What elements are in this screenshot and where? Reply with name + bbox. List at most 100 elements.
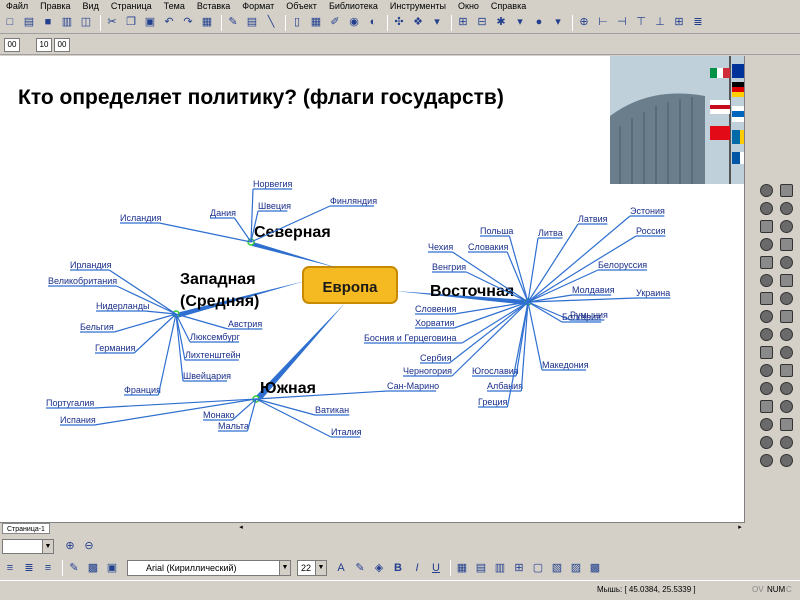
menu-item-edit[interactable]: Правка	[34, 0, 76, 12]
clipart-icon[interactable]	[780, 400, 793, 413]
menu-item-format[interactable]: Формат	[236, 0, 280, 12]
leaf-label-east[interactable]: Словения	[415, 304, 457, 314]
center-node[interactable]: Европа	[302, 266, 398, 304]
palette-icon[interactable]: ❖	[410, 15, 426, 31]
insert-image-icon[interactable]: ▨	[568, 560, 584, 576]
leaf-label-west[interactable]: Швейцария	[183, 371, 231, 381]
page-sorter-icon[interactable]: ▦	[308, 15, 324, 31]
insert-subtopic-icon[interactable]: ▤	[473, 560, 489, 576]
dropdown-arrow-icon[interactable]: ▾	[429, 15, 445, 31]
zoom-in-icon[interactable]: ⊕	[62, 538, 78, 554]
layout-tree-icon[interactable]: ⊢	[595, 15, 611, 31]
italic-icon[interactable]: I	[409, 560, 425, 576]
clipart-icon[interactable]	[760, 418, 773, 431]
branch-label-east[interactable]: Восточная	[430, 283, 514, 300]
leaf-label-east[interactable]: Черногория	[403, 366, 452, 376]
menu-item-tools[interactable]: Инструменты	[384, 0, 452, 12]
line-icon[interactable]: ╲	[263, 15, 279, 31]
layout-org-icon[interactable]: ⊞	[671, 15, 687, 31]
pen-icon[interactable]: ✎	[225, 15, 241, 31]
save-icon[interactable]: ■	[40, 15, 56, 31]
insert-link-icon[interactable]: ▩	[587, 560, 603, 576]
menu-item-view[interactable]: Вид	[77, 0, 105, 12]
page-icon[interactable]: ▯	[289, 15, 305, 31]
subtopic-icon[interactable]: ⊟	[474, 15, 490, 31]
clipart-icon[interactable]	[780, 346, 793, 359]
paste-icon[interactable]: ▣	[142, 15, 158, 31]
timer-minutes-field[interactable]: 10	[36, 37, 52, 52]
brush-icon[interactable]: ✐	[327, 15, 343, 31]
clipart-icon[interactable]	[760, 328, 773, 341]
leaf-label-west[interactable]: Франция	[124, 385, 161, 395]
pattern-icon[interactable]: ▩	[85, 560, 101, 576]
clipart-icon[interactable]	[780, 238, 793, 251]
leaf-label-west[interactable]: Великобритания	[48, 276, 117, 286]
menu-item-window[interactable]: Окно	[452, 0, 485, 12]
clipart-icon[interactable]	[760, 382, 773, 395]
leaf-label-east[interactable]: Россия	[636, 226, 666, 236]
leaf-label-east[interactable]: Чехия	[428, 242, 453, 252]
leaf-label-east[interactable]: Украина	[636, 288, 670, 298]
clipart-icon[interactable]	[780, 418, 793, 431]
clipart-icon[interactable]	[780, 328, 793, 341]
leaf-label-east[interactable]: Литва	[538, 228, 563, 238]
dropdown-arrow-icon[interactable]: ▾	[550, 15, 566, 31]
menu-item-insert[interactable]: Вставка	[191, 0, 236, 12]
menu-item-file[interactable]: Файл	[0, 0, 34, 12]
insert-note-icon[interactable]: ▧	[549, 560, 565, 576]
dropdown-arrow-icon[interactable]: ▾	[512, 15, 528, 31]
clipart-icon[interactable]	[760, 436, 773, 449]
align-center-icon[interactable]: ≣	[21, 560, 37, 576]
leaf-label-east[interactable]: Македония	[542, 360, 589, 370]
leaf-label-east[interactable]: Молдавия	[572, 285, 615, 295]
align-left-icon[interactable]: ≡	[2, 560, 18, 576]
leaf-label-south[interactable]: Испания	[60, 415, 96, 425]
format-painter-icon[interactable]: ✎	[66, 560, 82, 576]
leaf-label-south[interactable]: Мальта	[218, 421, 249, 431]
zoom-select[interactable]: ▼	[2, 538, 54, 554]
layout-bottom-icon[interactable]: ⊥	[652, 15, 668, 31]
layout-list-icon[interactable]: ≣	[690, 15, 706, 31]
leaf-label-north[interactable]: Норвегия	[253, 179, 293, 189]
leaf-label-east[interactable]: Польша	[480, 226, 513, 236]
cut-icon[interactable]: ✂	[104, 15, 120, 31]
leaf-label-east[interactable]: Белоруссия	[598, 260, 647, 270]
leaf-label-west[interactable]: Ирландия	[70, 260, 112, 270]
gradient-icon[interactable]: ◐	[365, 15, 381, 31]
fill-color-icon[interactable]: ◈	[371, 560, 387, 576]
leaf-label-north[interactable]: Швеция	[258, 201, 291, 211]
clipart-icon[interactable]	[760, 274, 773, 287]
menu-item-help[interactable]: Справка	[485, 0, 532, 12]
leaf-label-west[interactable]: Германия	[95, 343, 135, 353]
leaf-label-east[interactable]: Сербия	[420, 353, 452, 363]
leaf-label-east[interactable]: Венгрия	[432, 262, 466, 272]
clipart-icon[interactable]	[780, 310, 793, 323]
leaf-label-west[interactable]: Бельгия	[80, 322, 114, 332]
clipart-icon[interactable]	[760, 310, 773, 323]
clipart-icon[interactable]	[780, 292, 793, 305]
font-family-select[interactable]: Arial (Кириллический) ▼	[127, 560, 291, 576]
clipart-icon[interactable]	[780, 202, 793, 215]
library-icon[interactable]: ▦	[199, 15, 215, 31]
clipart-icon[interactable]	[780, 454, 793, 467]
branch-label-south[interactable]: Южная	[260, 380, 316, 397]
leaf-label-west[interactable]: Австрия	[228, 319, 262, 329]
leaf-label-east[interactable]: Босния и Герцеговина	[364, 333, 457, 343]
insert-boundary-icon[interactable]: ▢	[530, 560, 546, 576]
zoom-out-icon[interactable]: ⊖	[81, 538, 97, 554]
layout-radial-icon[interactable]: ⊕	[576, 15, 592, 31]
chevron-down-icon[interactable]: ▼	[279, 561, 290, 575]
leaf-label-west[interactable]: Нидерланды	[96, 301, 149, 311]
leaf-label-west[interactable]: Лихтенштейн	[185, 350, 241, 360]
text-color-icon[interactable]: A	[333, 560, 349, 576]
leaf-label-west[interactable]: Люксембург	[190, 332, 241, 342]
slide-canvas[interactable]: Кто определяет политику? (флаги государс…	[0, 56, 745, 522]
timer-seconds-field[interactable]: 00	[54, 37, 70, 52]
leaf-label-north[interactable]: Финляндия	[330, 196, 377, 206]
spray-icon[interactable]: ✣	[391, 15, 407, 31]
clipart-icon[interactable]	[780, 256, 793, 269]
horizontal-scrollbar[interactable]	[0, 522, 745, 534]
highlight-icon[interactable]: ✎	[352, 560, 368, 576]
leaf-label-east[interactable]: Албания	[487, 381, 523, 391]
clipart-icon[interactable]	[780, 220, 793, 233]
